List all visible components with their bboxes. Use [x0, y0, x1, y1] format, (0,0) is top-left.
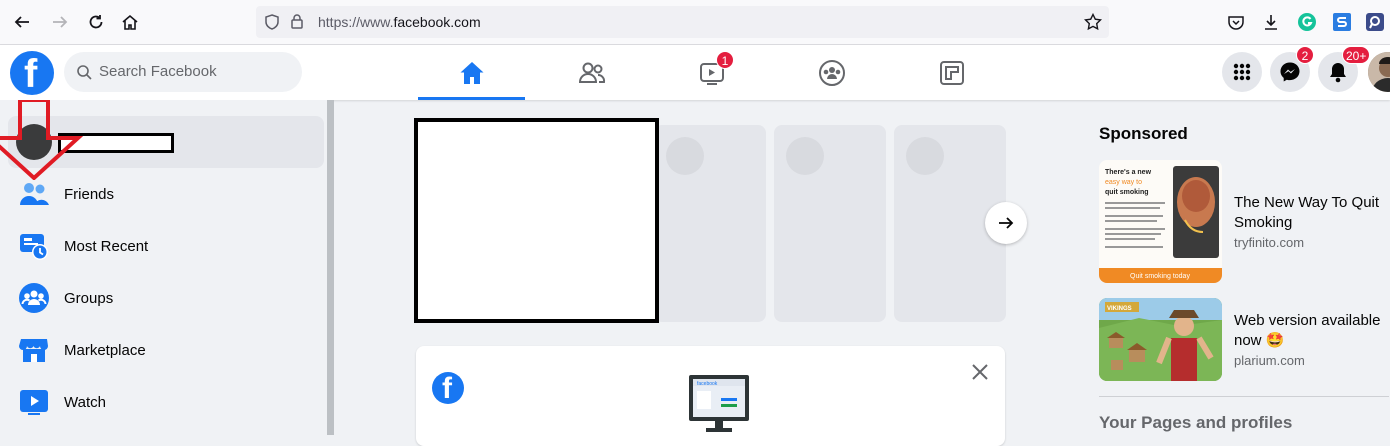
sponsored-heading: Sponsored — [1099, 124, 1188, 143]
story-card[interactable] — [774, 125, 886, 322]
ad-item[interactable]: There's a new easy way to quit smoking Q… — [1099, 160, 1389, 284]
grammarly-icon — [1298, 13, 1316, 31]
gaming-icon — [939, 60, 964, 85]
url-prefix: https://www. — [318, 14, 394, 30]
notifications-badge: 20+ — [1342, 46, 1371, 64]
tab-gaming[interactable] — [898, 45, 1005, 100]
monitor-label: facebook — [697, 381, 718, 387]
sidebar-item-label: Groups — [64, 289, 114, 307]
shield-icon — [265, 14, 279, 30]
ad-item[interactable]: VIKINGS Web version available now 🤩 plar… — [1099, 298, 1389, 422]
downloads-button[interactable] — [1261, 12, 1281, 32]
reload-icon — [89, 15, 103, 29]
story-avatar — [906, 137, 944, 175]
extension-p-button[interactable] — [1365, 12, 1385, 32]
search-input[interactable]: Search Facebook — [64, 52, 302, 92]
ad-domain: plarium.com — [1234, 353, 1305, 368]
forward-button[interactable] — [48, 10, 72, 34]
ad1-cta: Quit smoking today — [1130, 273, 1190, 280]
extension-s-button[interactable] — [1332, 12, 1352, 32]
search-icon — [77, 65, 92, 80]
redacted-story — [414, 118, 659, 323]
back-button[interactable] — [10, 10, 34, 34]
story-avatar — [666, 137, 704, 175]
tab-groups[interactable] — [778, 45, 885, 100]
sidebar-item-groups[interactable]: Groups — [8, 272, 324, 324]
story-card[interactable] — [654, 125, 766, 322]
messenger-icon — [1280, 62, 1300, 82]
arrow-right-icon — [999, 217, 1014, 229]
home-icon — [122, 14, 138, 30]
extension-p-icon — [1366, 13, 1384, 31]
sidebar-item-label: Friends — [64, 185, 115, 203]
marketplace-icon — [16, 332, 52, 368]
grammarly-extension[interactable] — [1297, 12, 1317, 32]
right-column: Sponsored There's a new easy way to quit… — [1085, 100, 1390, 435]
facebook-logo[interactable]: f — [10, 51, 54, 95]
stories-next-button[interactable] — [985, 202, 1027, 244]
sidebar-item-most-recent[interactable]: Most Recent — [8, 220, 324, 272]
groups-icon — [16, 280, 52, 316]
promo-card: f facebook — [416, 346, 1005, 446]
bell-icon — [1330, 63, 1346, 83]
account-avatar[interactable] — [1368, 52, 1390, 92]
facebook-logo-small: f — [432, 372, 464, 404]
ad2-label: VIKINGS — [1107, 306, 1132, 312]
ad-image-vikings-game: VIKINGS — [1099, 298, 1222, 381]
watch-icon — [16, 384, 52, 420]
groups-icon — [818, 59, 845, 86]
sidebar-item-watch[interactable]: Watch — [8, 376, 324, 428]
star-icon[interactable] — [1084, 13, 1102, 31]
notifications-button[interactable]: 20+ — [1318, 46, 1371, 92]
story-avatar — [786, 137, 824, 175]
ad1-headline-2: easy way to — [1105, 179, 1142, 186]
facebook-logo-letter: f — [442, 372, 452, 404]
download-icon — [1265, 15, 1277, 30]
home-icon — [460, 61, 483, 84]
grid-menu-icon — [1233, 63, 1251, 81]
close-icon[interactable] — [970, 362, 990, 382]
pocket-button[interactable] — [1226, 12, 1246, 32]
search-placeholder: Search Facebook — [99, 63, 217, 80]
pages-heading: Your Pages and profiles — [1099, 413, 1293, 432]
forward-arrow-icon — [53, 16, 68, 28]
ad-title: The New Way To Quit Smoking — [1234, 194, 1380, 231]
ad-title: Web version available now 🤩 — [1234, 312, 1381, 349]
tab-watch[interactable]: 1 — [658, 45, 765, 100]
user-photo — [1368, 52, 1390, 92]
messenger-badge: 2 — [1296, 46, 1314, 64]
reload-button[interactable] — [84, 10, 108, 34]
watch-badge: 1 — [716, 51, 734, 69]
url-domain: facebook.com — [393, 14, 481, 30]
menu-button[interactable] — [1222, 52, 1262, 92]
facebook-header: f Search Facebook 1 2 20+ — [0, 45, 1390, 100]
address-bar[interactable]: https://www.facebook.com — [256, 6, 1109, 38]
back-arrow-icon — [14, 16, 29, 28]
most-recent-icon — [16, 228, 52, 264]
sidebar-item-label: Watch — [64, 393, 106, 411]
messenger-button[interactable]: 2 — [1270, 46, 1314, 92]
ad-image-quit-smoking: There's a new easy way to quit smoking Q… — [1099, 160, 1222, 283]
friends-icon — [16, 176, 52, 212]
url-text: https://www.facebook.com — [318, 14, 481, 30]
ad-domain: tryfinito.com — [1234, 235, 1305, 250]
sidebar-item-marketplace[interactable]: Marketplace — [8, 324, 324, 376]
home-button[interactable] — [118, 10, 142, 34]
sidebar-item-label: Marketplace — [64, 341, 146, 359]
divider — [1099, 396, 1389, 397]
extension-s-icon — [1333, 13, 1351, 31]
lock-icon — [291, 14, 303, 29]
ad1-headline-3: quit smoking — [1105, 189, 1149, 196]
browser-toolbar: https://www.facebook.com — [0, 0, 1390, 45]
pocket-icon — [1228, 16, 1244, 30]
tab-friends[interactable] — [538, 45, 645, 100]
monitor-illustration: facebook — [689, 375, 749, 432]
sidebar-item-label: Most Recent — [64, 237, 149, 255]
facebook-logo-letter: f — [24, 52, 38, 95]
tab-home[interactable] — [418, 45, 525, 100]
red-arrow-annotation — [0, 100, 84, 180]
ad1-headline-1: There's a new — [1105, 169, 1152, 176]
friends-icon — [578, 62, 605, 83]
sidebar-scrollbar[interactable] — [327, 100, 334, 435]
